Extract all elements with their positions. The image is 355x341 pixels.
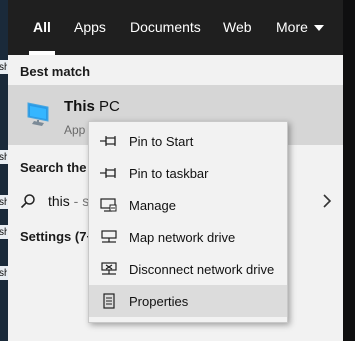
query-text: this (48, 193, 70, 209)
tab-documents[interactable]: Documents (130, 0, 201, 55)
menu-item-label: Map network drive (129, 230, 236, 245)
search-icon (20, 194, 35, 209)
map-network-drive-icon (101, 230, 117, 243)
menu-item-pin-to-start[interactable]: Pin to Start (89, 125, 287, 157)
title-match-text: This (64, 98, 95, 115)
computer-icon (27, 102, 49, 126)
chevron-right-icon[interactable] (322, 193, 332, 209)
web-search-query: this - s (48, 193, 89, 209)
title-rest-text: PC (94, 98, 120, 115)
pin-icon (100, 168, 116, 178)
settings-heading: Settings (7+ (20, 229, 95, 244)
menu-item-label: Disconnect network drive (129, 262, 275, 277)
menu-item-label: Pin to taskbar (129, 166, 209, 181)
menu-item-disconnect-network-drive[interactable]: Disconnect network drive (89, 253, 287, 285)
desktop-text-fragment: sh (0, 227, 7, 238)
pin-icon (100, 136, 116, 146)
menu-item-properties[interactable]: Properties (89, 285, 287, 317)
menu-item-label: Properties (129, 294, 189, 309)
properties-icon (103, 293, 115, 309)
best-match-title: This PC (64, 98, 120, 115)
manage-computer-icon (100, 198, 117, 212)
desktop-background-left: sh sh sh sh sh (0, 0, 8, 341)
desktop-text-fragment: sh (0, 152, 7, 163)
desktop-background-right (343, 0, 355, 341)
tab-apps[interactable]: Apps (74, 0, 106, 55)
search-tabs-bar: All Apps Documents Web More (8, 0, 343, 55)
tab-web[interactable]: Web (223, 0, 252, 55)
menu-item-label: Manage (129, 198, 176, 213)
disconnect-network-drive-icon (101, 262, 117, 275)
query-suffix: - s (69, 193, 90, 209)
best-match-heading: Best match (20, 64, 91, 79)
context-menu: Pin to Start Pin to taskbar Manage Map n… (88, 121, 288, 323)
desktop-text-fragment: sh (0, 268, 7, 279)
tab-all[interactable]: All (29, 0, 55, 55)
menu-item-label: Pin to Start (129, 134, 194, 149)
tab-more[interactable]: More (276, 0, 308, 55)
menu-item-manage[interactable]: Manage (89, 189, 287, 221)
desktop-text-fragment: sh (0, 62, 7, 73)
menu-item-map-network-drive[interactable]: Map network drive (89, 221, 287, 253)
best-match-subtitle: App (64, 123, 86, 137)
chevron-down-icon[interactable] (314, 25, 324, 31)
desktop-text-fragment: sh (0, 197, 7, 208)
menu-item-pin-to-taskbar[interactable]: Pin to taskbar (89, 157, 287, 189)
